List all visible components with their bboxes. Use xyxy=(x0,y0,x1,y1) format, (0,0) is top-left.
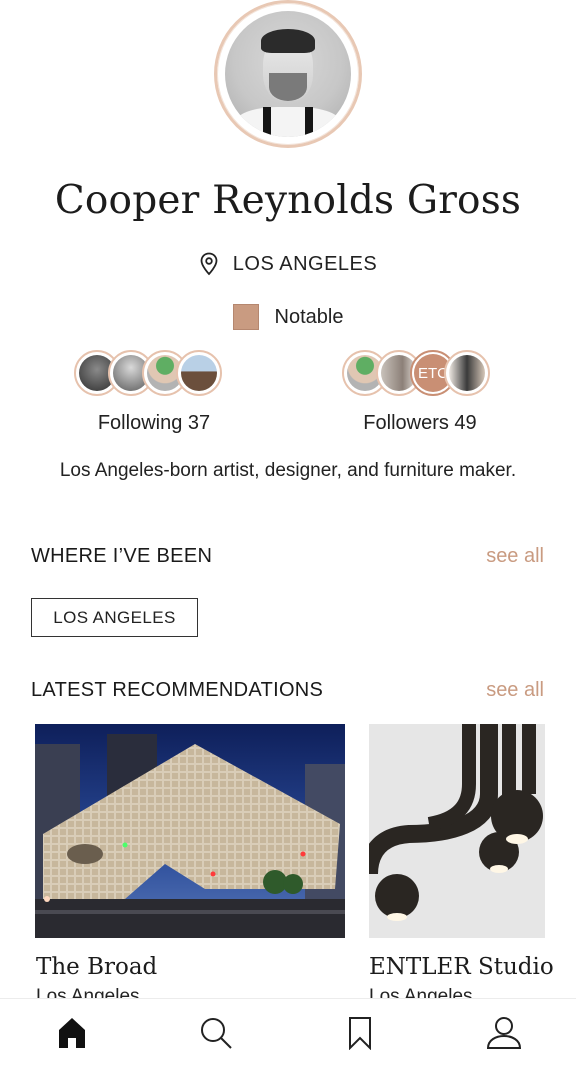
home-icon[interactable] xyxy=(52,1013,92,1053)
avatar-photo xyxy=(225,11,351,137)
recommendation-title[interactable]: ENTLER Studio xyxy=(369,954,554,980)
location-text: LOS ANGELES xyxy=(232,252,378,275)
notable-badge: Notable xyxy=(0,304,576,330)
following-avatar[interactable] xyxy=(176,350,222,396)
recommendation-image[interactable] xyxy=(369,724,545,938)
recommendations-see-all-link[interactable]: see all xyxy=(486,679,544,702)
where-been-see-all-link[interactable]: see all xyxy=(486,545,544,568)
profile-location: LOS ANGELES xyxy=(0,252,576,276)
badge-swatch xyxy=(232,304,259,330)
profile-name: Cooper Reynolds Gross xyxy=(54,178,522,223)
location-pin-icon xyxy=(200,252,218,276)
recommendation-title[interactable]: The Broad xyxy=(36,954,157,980)
bottom-tab-bar xyxy=(0,998,576,1080)
bookmark-icon[interactable] xyxy=(340,1013,380,1053)
profile-avatar xyxy=(214,0,362,148)
following-avatars[interactable] xyxy=(74,350,222,396)
profile-icon[interactable] xyxy=(484,1013,524,1053)
badge-label: Notable xyxy=(274,305,344,328)
search-icon[interactable] xyxy=(196,1013,236,1053)
profile-bio: Los Angeles-born artist, designer, and f… xyxy=(59,460,517,481)
recommendations-title: LATEST RECOMMENDATIONS xyxy=(31,679,324,701)
followers-count[interactable]: Followers 49 xyxy=(340,412,500,435)
follower-avatar[interactable] xyxy=(444,350,490,396)
followers-avatars[interactable]: ETC xyxy=(342,350,490,396)
following-count[interactable]: Following 37 xyxy=(74,412,234,435)
recommendation-image[interactable] xyxy=(35,724,345,938)
where-been-title: WHERE I’VE BEEN xyxy=(31,545,213,567)
place-tag[interactable]: LOS ANGELES xyxy=(31,598,198,637)
